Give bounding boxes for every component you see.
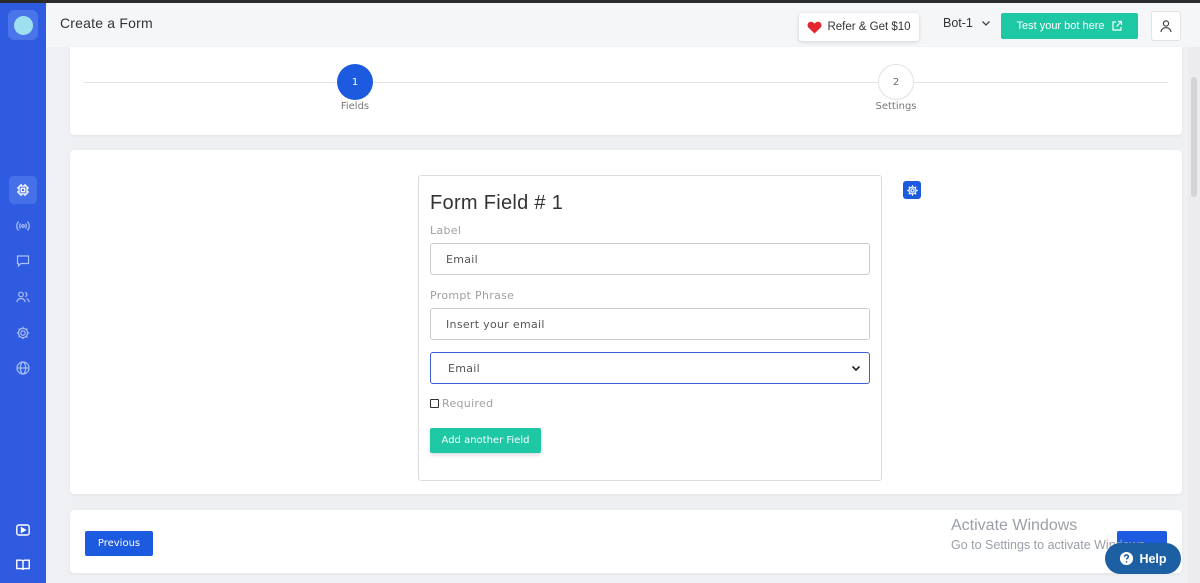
form-card: Form Field # 1 Label Email Prompt Phrase… (70, 150, 1182, 494)
book-icon (16, 559, 30, 571)
form-field-panel: Form Field # 1 Label Email Prompt Phrase… (418, 175, 882, 481)
label-input-value: Email (446, 252, 479, 266)
user-icon (1160, 20, 1172, 33)
required-label: Required (442, 397, 494, 410)
field-title: Form Field # 1 (430, 192, 564, 214)
stepper-line (84, 82, 1168, 83)
top-header: Create a Form Refer & Get $10 Bot-1 Test… (46, 3, 1200, 47)
chat-icon (16, 255, 30, 268)
required-row: Required (430, 397, 493, 410)
video-icon (16, 524, 30, 536)
scrollbar[interactable] (1188, 47, 1200, 583)
external-link-icon (1111, 20, 1122, 31)
users-icon (16, 291, 30, 303)
field-type-value: Email (448, 361, 481, 375)
label-caption: Label (430, 224, 462, 237)
sidebar-item-broadcast[interactable] (9, 212, 37, 240)
chevron-down-icon (981, 21, 990, 26)
sidebar-item-settings[interactable] (9, 319, 37, 347)
prompt-input[interactable]: Insert your email (430, 308, 870, 340)
sidebar-item-chat[interactable] (9, 247, 37, 275)
globe-icon (16, 361, 30, 375)
settings-icon (16, 326, 30, 340)
sidebar-item-globe[interactable] (9, 354, 37, 382)
sidebar-item-video[interactable] (9, 516, 37, 544)
watermark-title: Activate Windows (951, 517, 1078, 534)
stepper-card: 1 Fields 2 Settings (70, 47, 1182, 135)
page-title: Create a Form (60, 15, 153, 31)
bot-builder-icon (17, 184, 29, 196)
gear-icon (906, 184, 918, 196)
logo-icon (13, 15, 33, 35)
chevron-down-icon (851, 365, 861, 372)
user-menu-button[interactable] (1151, 11, 1181, 41)
bot-name: Bot-1 (943, 16, 973, 30)
scrollbar-thumb[interactable] (1191, 77, 1197, 197)
help-icon (1120, 551, 1134, 566)
bot-selector[interactable]: Bot-1 (943, 16, 991, 30)
broadcast-icon (16, 221, 30, 231)
test-bot-button[interactable]: Test your bot here (1001, 13, 1138, 39)
prompt-caption: Prompt Phrase (430, 289, 515, 302)
add-another-field-button[interactable]: Add another Field (430, 428, 541, 453)
sidebar-item-bot-builder[interactable] (9, 176, 37, 204)
required-checkbox[interactable] (430, 399, 439, 408)
heart-icon (807, 21, 822, 34)
label-input[interactable]: Email (430, 243, 870, 275)
sidebar (0, 3, 46, 583)
field-settings-button[interactable] (903, 181, 921, 199)
test-bot-label: Test your bot here (1016, 20, 1105, 32)
prompt-input-value: Insert your email (446, 317, 545, 331)
previous-button[interactable]: Previous (85, 531, 153, 556)
help-label: Help (1139, 551, 1167, 566)
refer-button[interactable]: Refer & Get $10 (799, 13, 919, 41)
field-type-select[interactable]: Email (430, 352, 870, 384)
step-2-label: Settings (875, 101, 917, 112)
step-1-label: Fields (340, 101, 370, 112)
refer-label: Refer & Get $10 (827, 21, 911, 33)
step-1-circle[interactable]: 1 (337, 64, 373, 100)
app-logo[interactable] (8, 10, 38, 40)
step-2-circle[interactable]: 2 (878, 64, 914, 100)
sidebar-item-docs[interactable] (9, 551, 37, 579)
sidebar-item-users[interactable] (9, 283, 37, 311)
help-button[interactable]: Help (1105, 543, 1181, 574)
